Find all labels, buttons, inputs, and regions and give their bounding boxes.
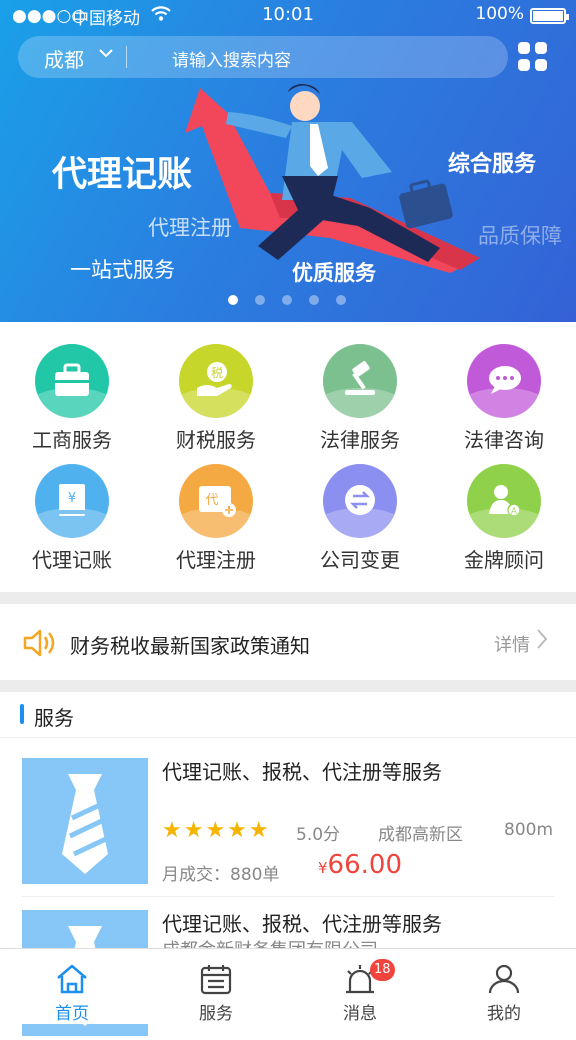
carousel-dot[interactable] <box>255 295 265 305</box>
price-value: 66.00 <box>327 850 402 880</box>
star-rating-icon: ★★★★★ <box>162 818 271 843</box>
chat-bubble-icon <box>467 344 541 418</box>
speaker-icon <box>22 628 58 662</box>
advisor-icon: A <box>467 464 541 538</box>
tab-label: 我的 <box>487 1004 521 1024</box>
tax-hand-icon: 税 <box>179 344 253 418</box>
user-icon <box>488 964 520 994</box>
calendar-icon <box>200 965 232 995</box>
category-item[interactable]: 法律服务 <box>288 322 432 452</box>
swap-arrows-icon <box>323 464 397 538</box>
banner-text: 综合服务 <box>448 152 537 177</box>
chevron-down-icon[interactable] <box>98 46 114 64</box>
service-card[interactable]: 代理记账、报税、代注册等服务 ★★★★★ 5.0分 成都高新区 800m 月成交… <box>0 738 576 888</box>
tab-label: 消息 <box>343 1004 377 1024</box>
banner-text: 品质保障 <box>478 224 562 248</box>
register-card-icon: 代 <box>179 464 253 538</box>
category-item[interactable]: ¥ 代理记账 <box>0 442 144 572</box>
search-input[interactable]: 请输入搜索内容 <box>172 46 291 71</box>
carousel-dot[interactable] <box>228 295 238 305</box>
services-section-header: 服务 <box>0 692 576 738</box>
city-selector[interactable]: 成都 <box>44 44 84 73</box>
category-label: 代理记账 <box>32 548 112 572</box>
tab-label: 首页 <box>55 1004 89 1024</box>
svg-text:税: 税 <box>211 366 223 380</box>
carousel-dot[interactable] <box>282 295 292 305</box>
section-gap <box>0 680 576 692</box>
category-item[interactable]: 代 代理注册 <box>144 442 288 572</box>
monthly-sales: 月成交：880单 <box>162 865 280 885</box>
section-accent-bar <box>20 704 24 724</box>
category-item[interactable]: A 金牌顾问 <box>432 442 576 572</box>
unread-badge: 18 <box>370 959 395 981</box>
banner-text: 优质服务 <box>292 261 376 285</box>
svg-text:代: 代 <box>205 493 218 508</box>
category-item[interactable]: 工商服务 <box>0 322 144 452</box>
banner-text: 代理记账 <box>52 155 193 195</box>
notice-detail-link[interactable]: 详情 <box>494 631 530 657</box>
battery-icon <box>530 8 569 24</box>
svg-text:¥: ¥ <box>68 491 76 506</box>
section-gap <box>0 592 576 604</box>
necktie-icon <box>62 774 110 874</box>
tab-profile[interactable]: 我的 <box>432 949 576 1025</box>
category-label: 公司变更 <box>320 548 400 572</box>
rating-score: 5.0分 <box>296 825 341 845</box>
tab-home[interactable]: 首页 <box>0 949 144 1025</box>
search-bar[interactable]: 成都 请输入搜索内容 <box>18 36 508 78</box>
notice-text: 财务税收最新国家政策通知 <box>70 634 310 658</box>
category-item[interactable]: 公司变更 <box>288 442 432 572</box>
grid-menu-icon[interactable] <box>518 42 548 72</box>
carousel-dot[interactable] <box>336 295 346 305</box>
hero-banner[interactable]: ●●●○○ 中国移动 10:01 100% 成都 请输入搜索内容 代理记账 代理… <box>0 0 576 322</box>
category-grid: 工商服务 税 财税服务 法律服务 法律咨询 ¥ 代理记账 代 代理注册 公司变更 <box>0 322 576 592</box>
service-price: ¥66.00 <box>318 850 402 880</box>
category-label: 代理注册 <box>176 548 256 572</box>
carousel-dot[interactable] <box>309 295 319 305</box>
section-title: 服务 <box>34 706 74 730</box>
tab-service[interactable]: 服务 <box>144 949 288 1025</box>
service-title[interactable]: 代理记账、报税、代注册等服务 <box>162 908 442 937</box>
service-location: 成都高新区 <box>378 825 463 845</box>
service-title[interactable]: 代理记账、报税、代注册等服务 <box>162 756 442 785</box>
ledger-book-icon: ¥ <box>35 464 109 538</box>
carousel-indicator[interactable] <box>228 290 363 309</box>
category-label: 金牌顾问 <box>464 548 544 572</box>
category-item[interactable]: 税 财税服务 <box>144 322 288 452</box>
battery-percent: 100% <box>475 4 524 24</box>
search-divider <box>126 46 127 68</box>
gavel-icon <box>323 344 397 418</box>
service-thumbnail <box>22 758 148 884</box>
svg-text:A: A <box>511 507 518 517</box>
service-distance: 800m <box>504 820 554 840</box>
chevron-right-icon[interactable] <box>536 628 548 656</box>
home-icon <box>57 964 87 994</box>
banner-text: 代理注册 <box>148 216 232 240</box>
category-item[interactable]: 法律咨询 <box>432 322 576 452</box>
tab-message[interactable]: 18 消息 <box>288 949 432 1025</box>
tab-label: 服务 <box>199 1004 233 1024</box>
notice-bar[interactable]: 财务税收最新国家政策通知 详情 <box>0 604 576 680</box>
status-bar: ●●●○○ 中国移动 10:01 100% <box>0 0 576 32</box>
briefcase-icon <box>35 344 109 418</box>
bottom-tab-bar: 首页 服务 18 消息 我的 <box>0 948 576 1024</box>
currency-symbol: ¥ <box>318 859 328 877</box>
banner-text: 一站式服务 <box>70 258 175 282</box>
